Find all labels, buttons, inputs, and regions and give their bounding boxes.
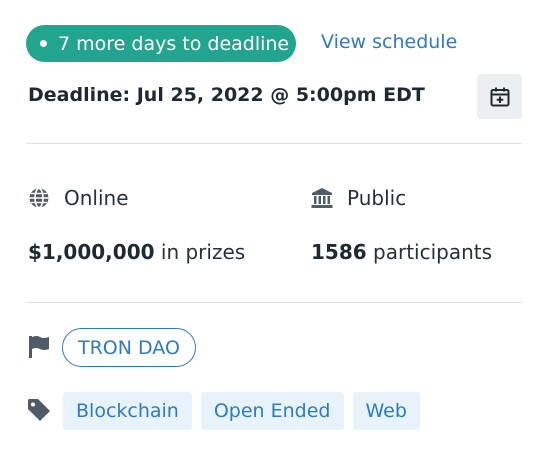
visibility-label: Public bbox=[347, 186, 407, 210]
prizes-stat: $1,000,000 in prizes bbox=[28, 240, 245, 264]
host-org-pill[interactable]: TRON DAO bbox=[62, 328, 196, 367]
view-schedule-link[interactable]: View schedule bbox=[321, 31, 457, 53]
theme-tag-blockchain[interactable]: Blockchain bbox=[63, 392, 192, 430]
location-label: Online bbox=[64, 186, 129, 210]
status-dot bbox=[40, 40, 47, 47]
theme-tag-web[interactable]: Web bbox=[352, 392, 420, 430]
countdown-label: 7 more days to deadline bbox=[58, 32, 290, 55]
prize-suffix: in prizes bbox=[154, 240, 246, 264]
calendar-plus-icon bbox=[490, 87, 509, 106]
theme-tag-open-ended[interactable]: Open Ended bbox=[200, 392, 344, 430]
participants-stat: 1586 participants bbox=[311, 240, 492, 264]
deadline-countdown-badge: 7 more days to deadline bbox=[26, 25, 296, 62]
flag-icon bbox=[29, 336, 49, 358]
participant-suffix: participants bbox=[366, 240, 493, 264]
visibility-row: Public bbox=[310, 186, 406, 210]
deadline-text: Deadline: Jul 25, 2022 @ 5:00pm EDT bbox=[28, 84, 425, 106]
prize-amount: $1,000,000 bbox=[28, 240, 155, 264]
participant-count: 1586 bbox=[311, 240, 367, 264]
bank-icon bbox=[310, 186, 334, 210]
add-to-calendar-button[interactable] bbox=[477, 74, 522, 119]
location-row: Online bbox=[27, 186, 129, 210]
hackathon-sidebar: 7 more days to deadline View schedule De… bbox=[0, 0, 548, 462]
theme-tags: Blockchain Open Ended Web bbox=[63, 392, 420, 430]
globe-icon bbox=[27, 186, 51, 210]
divider bbox=[26, 302, 522, 303]
divider bbox=[26, 143, 522, 144]
tag-icon bbox=[28, 399, 50, 421]
